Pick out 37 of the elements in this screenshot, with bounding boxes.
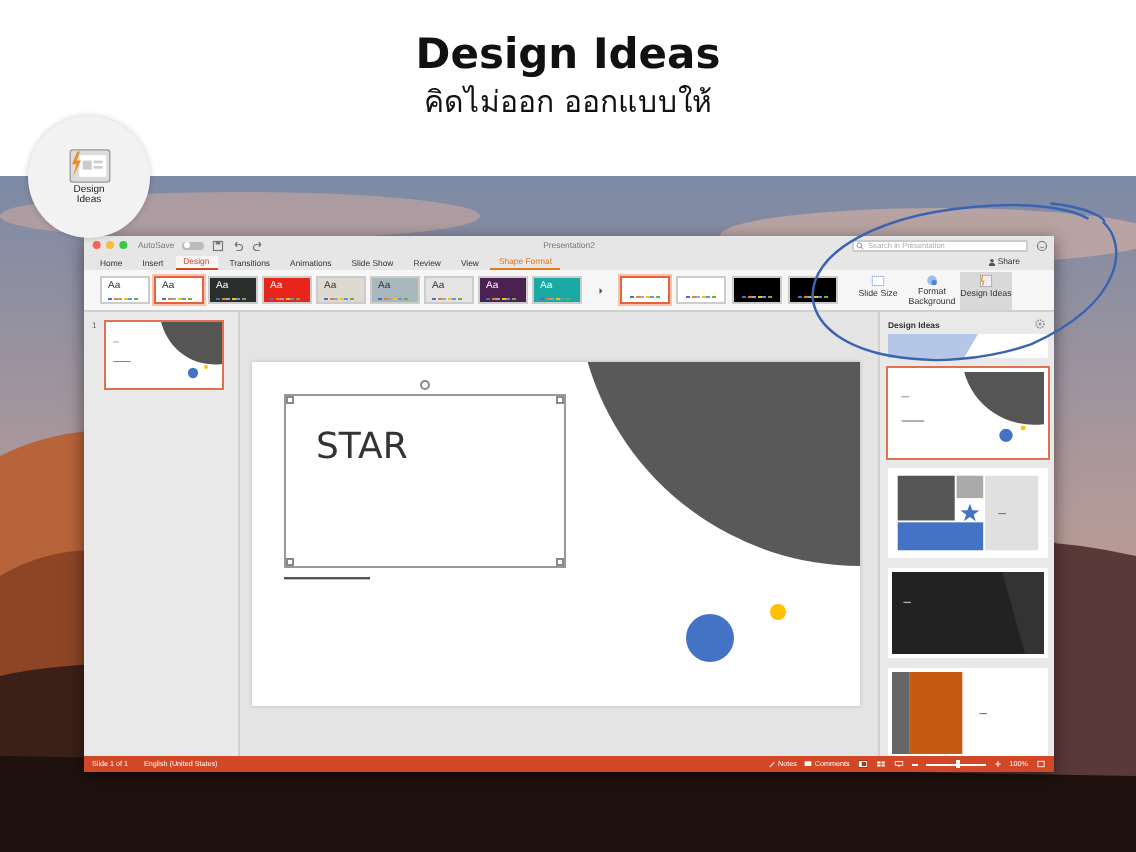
page-subtitle: คิดไม่ออก ออกแบบให้ [424, 82, 712, 124]
notes-icon [768, 760, 777, 768]
line-shape[interactable] [284, 577, 370, 580]
slide-text[interactable]: STAR [316, 426, 408, 470]
save-icon[interactable] [212, 239, 225, 251]
variant-thumbnail[interactable] [676, 276, 726, 304]
grid-view-icon[interactable] [875, 760, 886, 768]
format-background-icon [924, 273, 940, 286]
design-idea-thumbnail[interactable] [888, 568, 1048, 658]
variant-thumbnail[interactable] [620, 276, 670, 304]
rotate-handle[interactable] [420, 380, 430, 390]
search-icon [855, 241, 863, 249]
design-ideas-icon [67, 147, 111, 183]
settings-icon[interactable] [1034, 318, 1046, 330]
person-icon [987, 258, 996, 266]
text-box[interactable]: STAR [284, 394, 566, 568]
variant-thumbnail[interactable] [732, 276, 782, 304]
variant-thumbnail[interactable] [788, 276, 838, 304]
presenter-view-icon[interactable] [893, 760, 904, 768]
slide-thumbnail[interactable] [104, 320, 224, 390]
normal-view-icon[interactable] [857, 760, 868, 768]
page-title: Design Ideas [415, 28, 721, 80]
undo-icon[interactable] [232, 239, 245, 251]
design-idea-thumbnail[interactable] [888, 668, 1048, 756]
autosave-toggle[interactable] [182, 241, 205, 249]
design-idea-thumbnail[interactable] [888, 368, 1048, 458]
dot-shape[interactable] [770, 604, 786, 620]
window-controls-icon[interactable] [90, 240, 130, 250]
next-arrow-icon[interactable] [598, 285, 604, 295]
zoom-in-icon[interactable] [993, 760, 1002, 768]
design-idea-thumbnail[interactable] [888, 468, 1048, 558]
redo-icon[interactable] [252, 239, 265, 251]
comment-icon [804, 760, 813, 768]
fit-slide-icon[interactable] [1036, 760, 1046, 768]
zoom-slider-thumb[interactable] [956, 760, 961, 769]
smiley-icon[interactable] [1036, 239, 1048, 251]
circle-shape[interactable] [686, 614, 734, 662]
